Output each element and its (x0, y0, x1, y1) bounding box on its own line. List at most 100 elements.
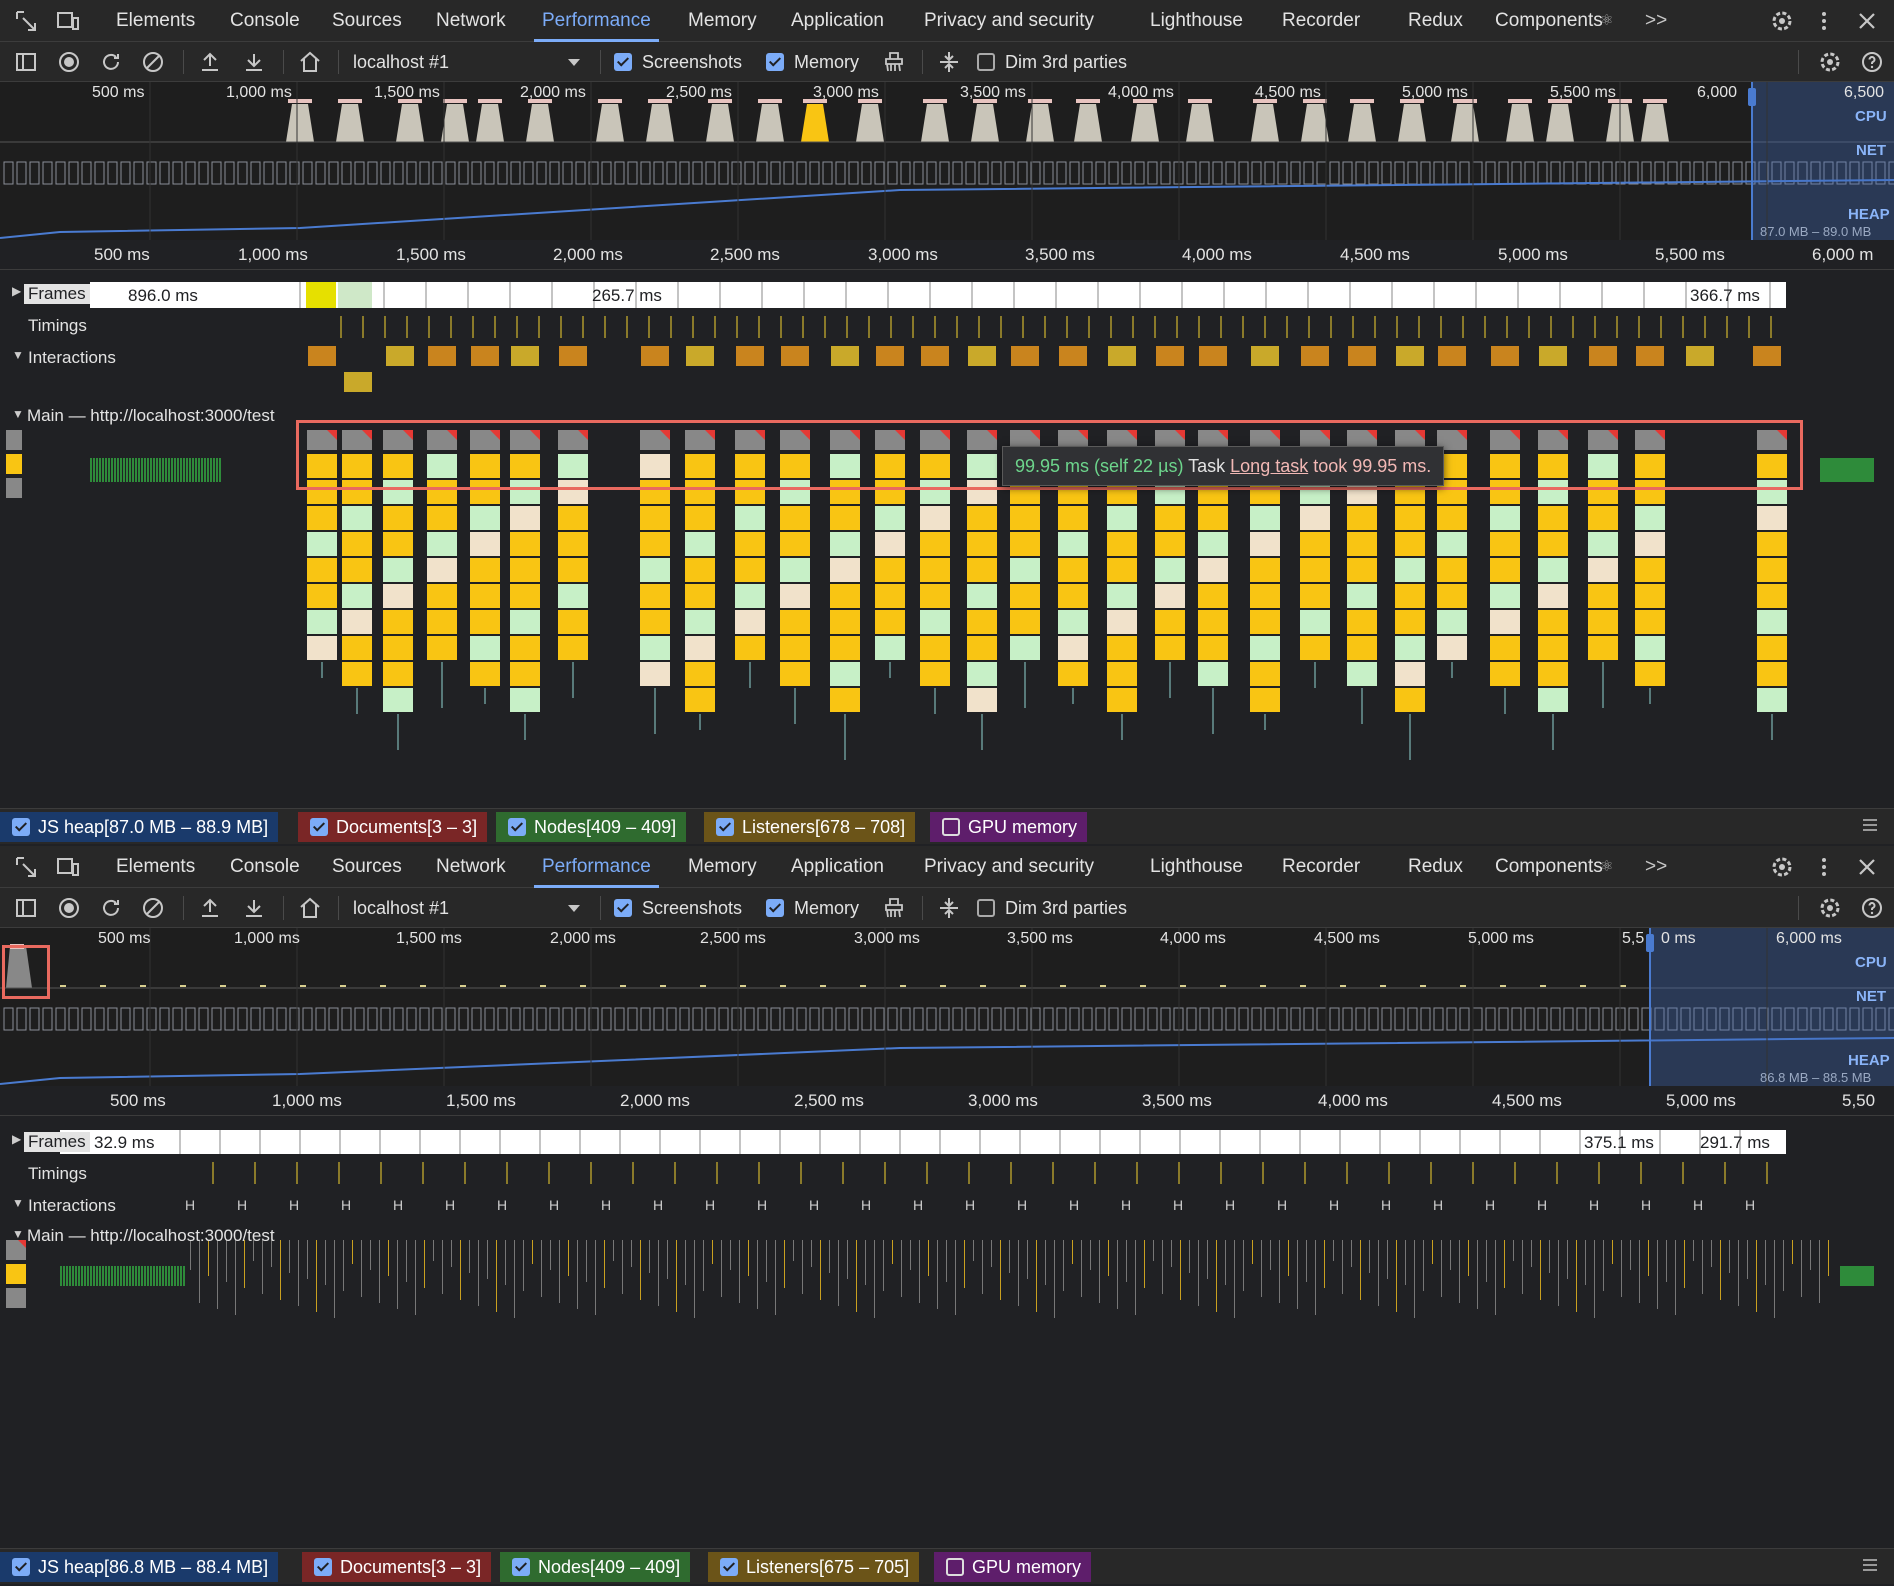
chevron-down-icon[interactable] (562, 896, 586, 920)
clear-icon[interactable] (141, 896, 165, 920)
legend-listeners[interactable]: Listeners[675 – 705] (708, 1552, 920, 1582)
tab-redux[interactable]: Redux (1408, 846, 1463, 888)
more-tabs-icon[interactable]: >> (1645, 846, 1667, 888)
tab-performance[interactable]: Performance (534, 846, 659, 888)
dim-3rd-parties-checkbox[interactable] (977, 899, 995, 917)
legend-js-heap[interactable]: JS heap[86.8 MB – 88.4 MB] (0, 1552, 279, 1582)
tab-components[interactable]: Components (1495, 846, 1603, 888)
tab-network[interactable]: Network (436, 0, 506, 42)
target-select[interactable]: localhost #1 (353, 42, 449, 82)
tab-elements[interactable]: Elements (116, 846, 195, 888)
target-select[interactable]: localhost #1 (353, 888, 449, 928)
tab-memory[interactable]: Memory (688, 846, 757, 888)
timeline-overview[interactable]: 500 ms 1,000 ms 1,500 ms 2,000 ms 2,500 … (0, 928, 1894, 1086)
legend-documents[interactable]: Documents[3 – 3] (298, 812, 488, 842)
reload-record-icon[interactable] (99, 896, 123, 920)
tab-privacy-security[interactable]: Privacy and security (924, 0, 1094, 42)
more-tabs-icon[interactable]: >> (1645, 0, 1667, 42)
toggle-sidebar-icon[interactable] (14, 50, 38, 74)
download-icon[interactable] (242, 896, 266, 920)
upload-icon[interactable] (198, 50, 222, 74)
documents-checkbox[interactable] (314, 1558, 332, 1576)
kebab-menu-icon[interactable] (1812, 9, 1836, 33)
record-icon[interactable] (57, 896, 81, 920)
dim-3rd-parties-checkbox[interactable] (977, 53, 995, 71)
tab-application[interactable]: Application (791, 0, 884, 42)
help-icon[interactable] (1860, 896, 1884, 920)
timeline-overview[interactable]: 500 ms 1,000 ms 1,500 ms 2,000 ms 2,500 … (0, 82, 1894, 240)
toggle-sidebar-icon[interactable] (14, 896, 38, 920)
download-icon[interactable] (242, 50, 266, 74)
interactions-track-label[interactable]: Interactions (28, 1196, 116, 1216)
overview-chart[interactable] (0, 82, 1894, 240)
collapse-arrow-icon[interactable]: ▼ (12, 407, 24, 421)
device-toolbar-icon[interactable] (56, 9, 80, 33)
capture-settings-icon[interactable] (1818, 50, 1842, 74)
tab-application[interactable]: Application (791, 846, 884, 888)
legend-nodes[interactable]: Nodes[409 – 409] (500, 1552, 691, 1582)
legend-gpu-memory[interactable]: GPU memory (934, 1552, 1092, 1582)
tab-lighthouse[interactable]: Lighthouse (1150, 0, 1243, 42)
interactions-track-label[interactable]: Interactions (28, 348, 116, 368)
documents-checkbox[interactable] (310, 818, 328, 836)
inspect-element-icon[interactable] (14, 855, 38, 879)
tab-memory[interactable]: Memory (688, 0, 757, 42)
tab-console[interactable]: Console (230, 846, 300, 888)
listeners-checkbox[interactable] (720, 1558, 738, 1576)
gpu-memory-checkbox[interactable] (946, 1558, 964, 1576)
tab-performance[interactable]: Performance (534, 0, 659, 42)
frames-track-label[interactable]: Frames (24, 284, 90, 304)
collapse-arrow-icon[interactable]: ▼ (12, 1227, 24, 1241)
tab-sources[interactable]: Sources (332, 0, 402, 42)
hamburger-menu-icon[interactable] (1860, 1555, 1884, 1579)
record-icon[interactable] (57, 50, 81, 74)
collapse-arrow-icon[interactable]: ▼ (12, 1196, 24, 1210)
clear-icon[interactable] (141, 50, 165, 74)
hamburger-menu-icon[interactable] (1860, 815, 1884, 839)
screenshots-checkbox[interactable] (614, 53, 632, 71)
settings-gear-icon[interactable] (1770, 855, 1794, 879)
long-task-link[interactable]: Long task (1230, 456, 1308, 476)
tab-components[interactable]: Components (1495, 0, 1603, 42)
legend-listeners[interactable]: Listeners[678 – 708] (704, 812, 916, 842)
expand-arrow-icon[interactable]: ▶ (12, 284, 21, 298)
capture-settings-icon[interactable] (1818, 896, 1842, 920)
tab-network[interactable]: Network (436, 846, 506, 888)
home-icon[interactable] (298, 50, 322, 74)
collapse-tracks-icon[interactable] (937, 50, 961, 74)
nodes-checkbox[interactable] (508, 818, 526, 836)
nodes-checkbox[interactable] (512, 1558, 530, 1576)
inspect-element-icon[interactable] (14, 9, 38, 33)
close-icon[interactable] (1855, 855, 1879, 879)
collapse-arrow-icon[interactable]: ▼ (12, 348, 24, 362)
tab-recorder[interactable]: Recorder (1282, 846, 1360, 888)
legend-js-heap[interactable]: JS heap[87.0 MB – 88.9 MB] (0, 812, 279, 842)
legend-documents[interactable]: Documents[3 – 3] (302, 1552, 492, 1582)
garbage-collect-icon[interactable] (882, 50, 906, 74)
garbage-collect-icon[interactable] (882, 896, 906, 920)
tab-lighthouse[interactable]: Lighthouse (1150, 846, 1243, 888)
tab-recorder[interactable]: Recorder (1282, 0, 1360, 42)
tab-console[interactable]: Console (230, 0, 300, 42)
collapse-tracks-icon[interactable] (937, 896, 961, 920)
memory-checkbox[interactable] (766, 899, 784, 917)
main-track-label[interactable]: Main — http://localhost:3000/test (27, 1226, 275, 1246)
js-heap-checkbox[interactable] (12, 818, 30, 836)
settings-gear-icon[interactable] (1770, 9, 1794, 33)
timings-track-label[interactable]: Timings (28, 1164, 87, 1184)
tab-redux[interactable]: Redux (1408, 0, 1463, 42)
close-icon[interactable] (1855, 9, 1879, 33)
memory-checkbox[interactable] (766, 53, 784, 71)
device-toolbar-icon[interactable] (56, 855, 80, 879)
help-icon[interactable] (1860, 50, 1884, 74)
frames-track-label[interactable]: Frames (24, 1132, 90, 1152)
legend-gpu-memory[interactable]: GPU memory (930, 812, 1088, 842)
upload-icon[interactable] (198, 896, 222, 920)
kebab-menu-icon[interactable] (1812, 855, 1836, 879)
home-icon[interactable] (298, 896, 322, 920)
overview-chart[interactable] (0, 928, 1894, 1086)
tab-privacy-security[interactable]: Privacy and security (924, 846, 1094, 888)
chevron-down-icon[interactable] (562, 50, 586, 74)
flame-chart[interactable] (0, 270, 1894, 806)
timings-track-label[interactable]: Timings (28, 316, 87, 336)
